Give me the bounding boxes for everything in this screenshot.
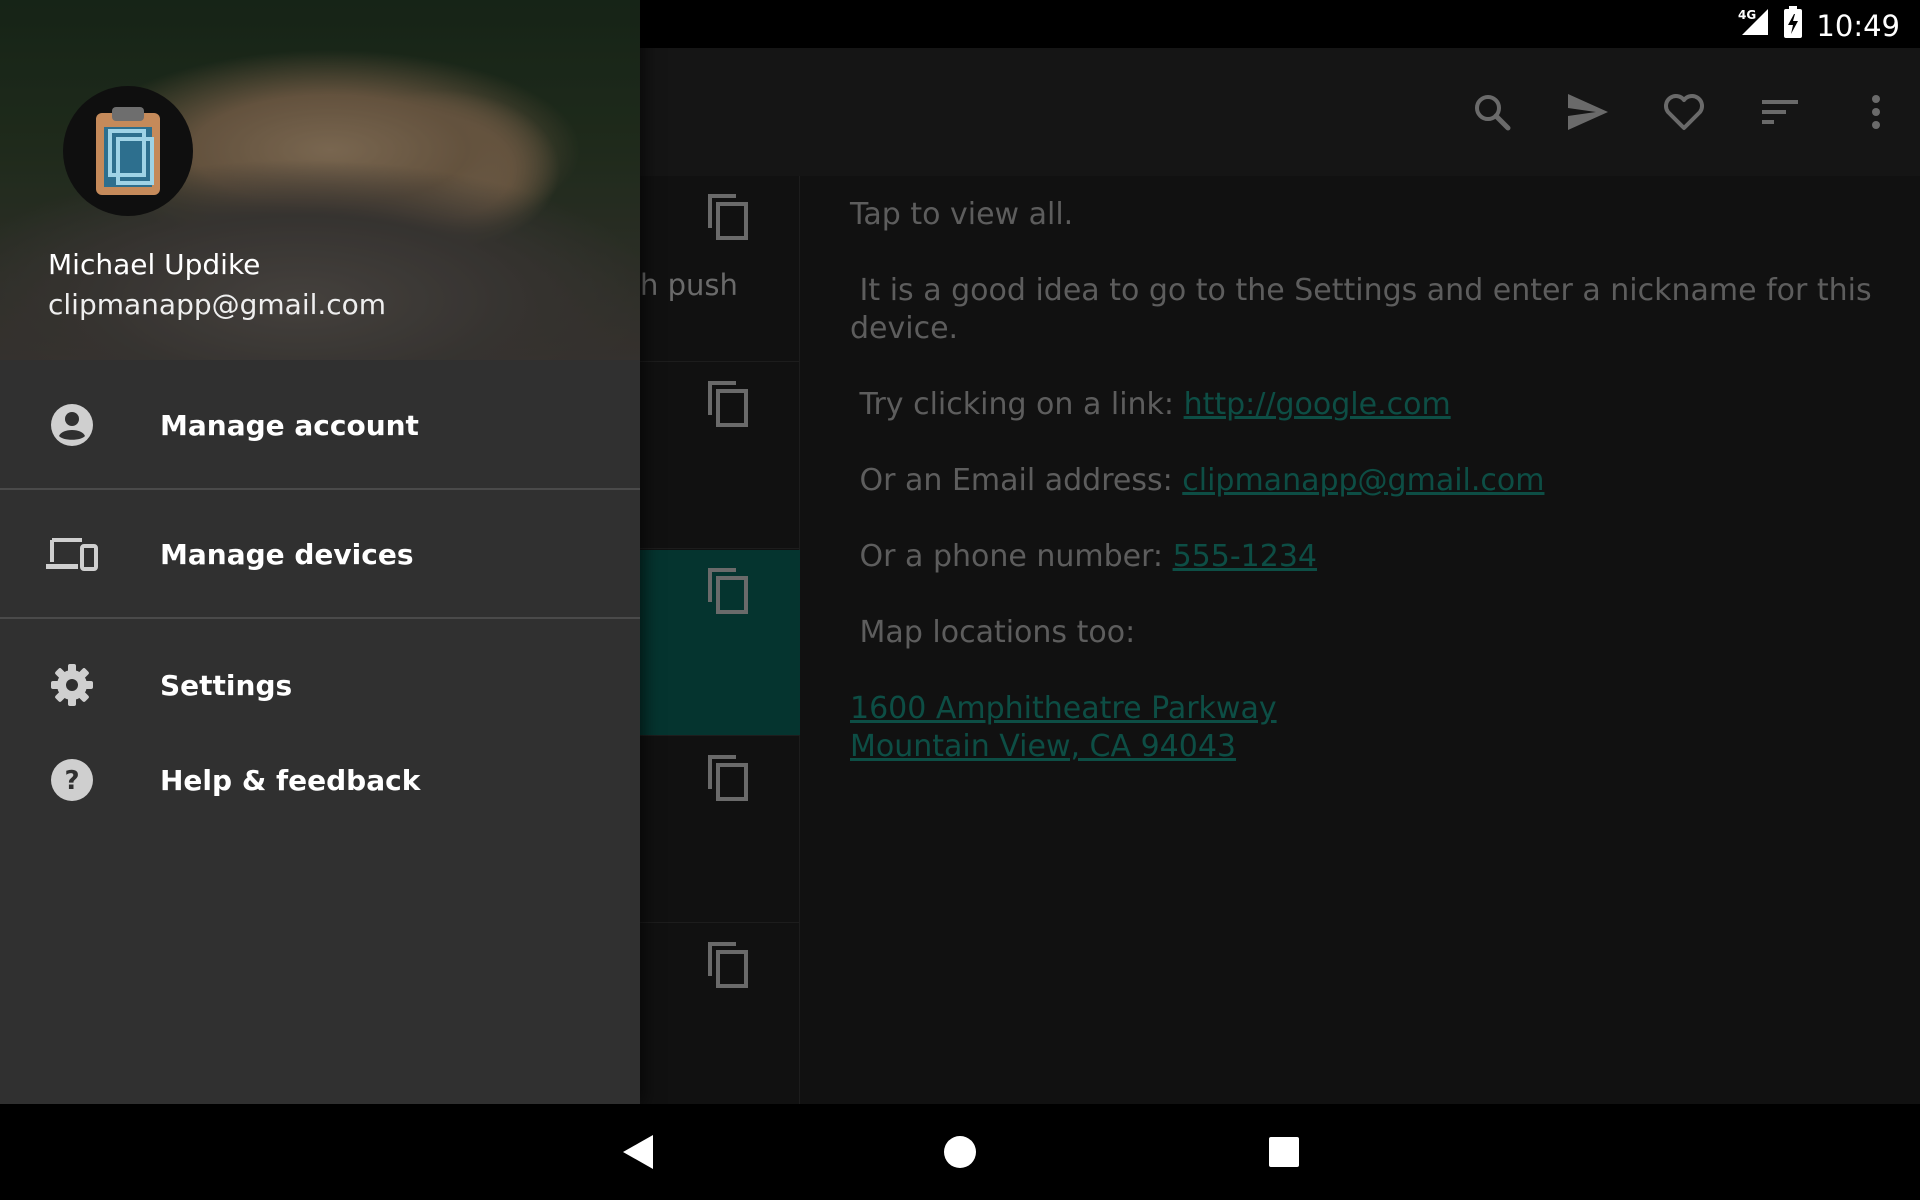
- phone-link[interactable]: 555-1234: [1173, 539, 1317, 574]
- navigation-drawer: Michael Updike clipmanapp@gmail.com Mana…: [0, 0, 640, 1104]
- drawer-item-label: Manage devices: [160, 537, 414, 571]
- back-button[interactable]: [612, 1126, 664, 1178]
- devices-icon: [46, 528, 98, 580]
- list-item[interactable]: [640, 737, 800, 923]
- status-clock: 10:49: [1816, 8, 1900, 43]
- detail-map-label: Map locations too:: [850, 615, 1136, 650]
- system-nav-bar: [0, 1104, 1920, 1200]
- drawer-item-manage-account[interactable]: Manage account: [0, 360, 640, 490]
- copy-icon[interactable]: [706, 379, 750, 431]
- detail-line: Tap to view all.: [850, 197, 1074, 232]
- divider: [0, 617, 640, 619]
- drawer-item-help-feedback[interactable]: ? Help & feedback: [0, 735, 640, 825]
- detail-email-line: Or an Email address: clipmanapp@gmail.co…: [850, 462, 1890, 500]
- drawer-header: Michael Updike clipmanapp@gmail.com: [0, 0, 640, 360]
- address-line-1[interactable]: 1600 Amphitheatre Parkway: [850, 691, 1277, 726]
- svg-text:?: ?: [64, 766, 79, 796]
- drawer-item-manage-devices[interactable]: Manage devices: [0, 490, 640, 618]
- home-icon: [944, 1136, 976, 1168]
- account-circle-icon: [46, 399, 98, 451]
- recents-icon: [1269, 1137, 1299, 1167]
- battery-charging-icon: [1782, 6, 1804, 45]
- signal-icon: 4G: [1736, 7, 1770, 44]
- home-button[interactable]: [934, 1126, 986, 1178]
- help-icon: ?: [46, 754, 98, 806]
- copy-icon[interactable]: [706, 192, 750, 244]
- drawer-item-label: Settings: [160, 668, 293, 702]
- list-item[interactable]: [640, 363, 800, 549]
- recents-button[interactable]: [1258, 1126, 1310, 1178]
- clip-detail: Tap to view all. It is a good idea to go…: [850, 196, 1890, 804]
- send-icon[interactable]: [1564, 88, 1612, 136]
- email-link[interactable]: clipmanapp@gmail.com: [1182, 463, 1544, 498]
- email-prefix: Or an Email address:: [850, 463, 1183, 498]
- user-email: clipmanapp@gmail.com: [48, 288, 387, 321]
- copy-icon[interactable]: [706, 566, 750, 618]
- copy-icon[interactable]: [706, 940, 750, 992]
- list-item-text: h push: [640, 268, 738, 302]
- search-icon[interactable]: [1468, 88, 1516, 136]
- list-item-selected[interactable]: [640, 550, 800, 736]
- drawer-item-settings[interactable]: Settings: [0, 640, 640, 730]
- detail-link-line: Try clicking on a link: http://google.co…: [850, 386, 1890, 424]
- clipboard-logo-icon: [96, 107, 160, 195]
- drawer-item-label: Help & feedback: [160, 763, 421, 797]
- user-name: Michael Updike: [48, 248, 261, 281]
- phone-prefix: Or a phone number:: [850, 539, 1173, 574]
- address-link[interactable]: 1600 Amphitheatre Parkway Mountain View, …: [850, 690, 1890, 766]
- url-link[interactable]: http://google.com: [1184, 387, 1451, 422]
- sort-icon[interactable]: [1756, 88, 1804, 136]
- address-line-2[interactable]: Mountain View, CA 94043: [850, 729, 1236, 764]
- back-icon: [623, 1135, 653, 1169]
- list-item[interactable]: [640, 924, 800, 1110]
- gear-icon: [46, 659, 98, 711]
- clip-list: [640, 176, 800, 1104]
- detail-line: It is a good idea to go to the Settings …: [850, 273, 1882, 346]
- network-label: 4G: [1738, 8, 1756, 22]
- drawer-item-label: Manage account: [160, 408, 419, 442]
- copy-icon[interactable]: [706, 753, 750, 805]
- heart-icon[interactable]: [1660, 88, 1708, 136]
- avatar[interactable]: [63, 86, 193, 216]
- link-prefix: Try clicking on a link:: [850, 387, 1184, 422]
- detail-phone-line: Or a phone number: 555-1234: [850, 538, 1890, 576]
- more-vert-icon[interactable]: [1852, 88, 1900, 136]
